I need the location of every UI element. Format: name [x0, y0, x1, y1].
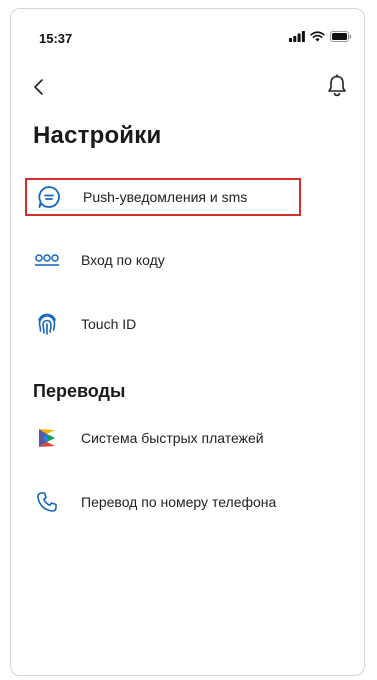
status-time: 15:37: [39, 31, 73, 46]
phone-screen: 15:37 Настройки Push-уведомления и sms В…: [10, 8, 365, 676]
menu-item-label: Touch ID: [81, 316, 137, 332]
menu-item-label: Перевод по номеру телефона: [81, 494, 277, 510]
battery-icon: [330, 31, 352, 42]
code-dots-icon: [33, 246, 61, 274]
notifications-button[interactable]: [326, 74, 348, 98]
back-button[interactable]: [31, 77, 49, 97]
phone-icon: [33, 488, 61, 516]
phone-transfer-item[interactable]: Перевод по номеру телефона: [25, 483, 301, 521]
status-icons: [289, 31, 352, 42]
signal-icon: [289, 31, 305, 42]
menu-item-label: Push-уведомления и sms: [83, 189, 248, 205]
sbp-logo-icon: [33, 424, 61, 452]
touch-id-item[interactable]: Touch ID: [25, 305, 301, 343]
menu-item-label: Вход по коду: [81, 252, 165, 268]
wifi-icon: [310, 31, 325, 42]
fingerprint-icon: [33, 310, 61, 338]
push-notifications-item[interactable]: Push-уведомления и sms: [25, 178, 301, 216]
bell-icon: [328, 74, 346, 97]
page-title: Настройки: [33, 122, 162, 149]
status-bar: 15:37: [11, 9, 364, 53]
chevron-left-icon: [34, 79, 43, 95]
menu-item-label: Система быстрых платежей: [81, 430, 264, 446]
code-login-item[interactable]: Вход по коду: [25, 241, 301, 279]
sbp-item[interactable]: Система быстрых платежей: [25, 419, 301, 457]
section-title-transfers: Переводы: [33, 381, 126, 401]
message-icon: [35, 183, 63, 211]
